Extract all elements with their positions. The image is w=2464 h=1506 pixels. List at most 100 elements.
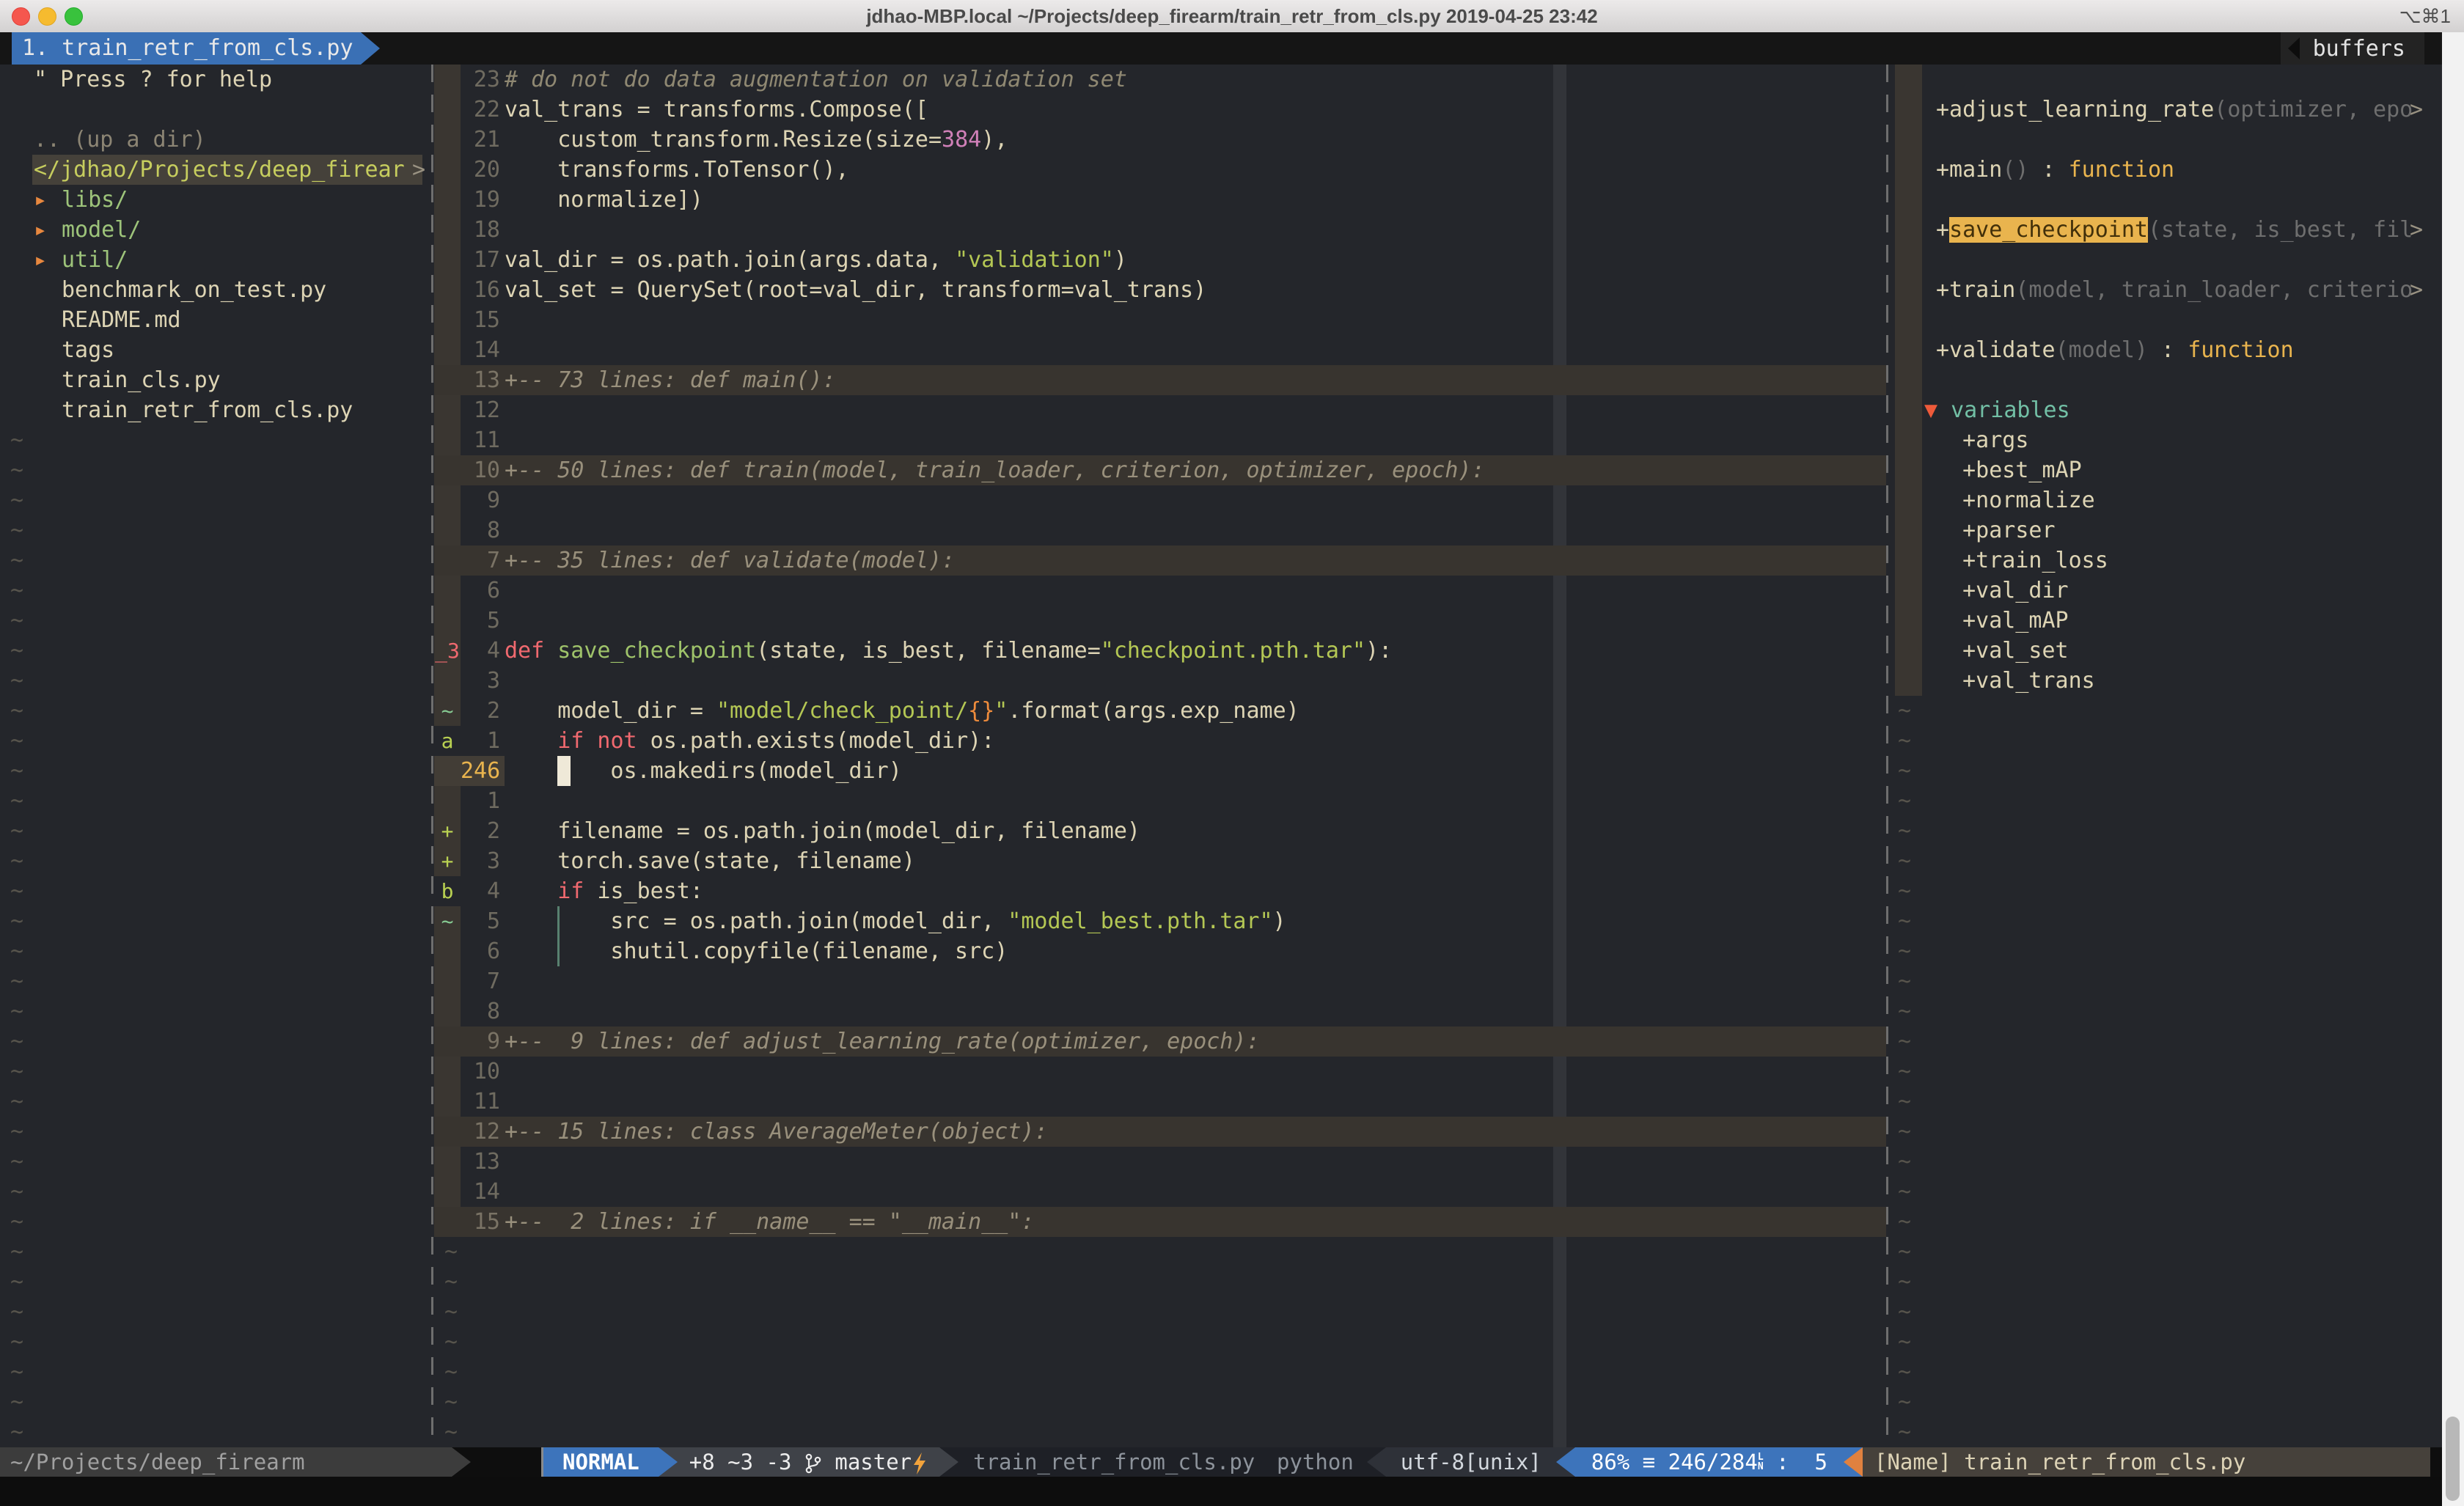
tagbar-item[interactable]: +normalize — [1892, 485, 2443, 515]
code-line[interactable]: 20 transforms.ToTensor(), — [434, 155, 1886, 185]
tag-label: +train_loss — [1936, 548, 2108, 573]
tagbar-item[interactable]: +parser — [1892, 515, 2443, 546]
powerline-separator-icon — [1367, 1447, 1386, 1477]
scrollbar-thumb[interactable] — [2446, 1417, 2460, 1501]
code-line[interactable]: a1 if not os.path.exists(model_dir): — [434, 726, 1886, 756]
code-line[interactable]: 19 normalize]) — [434, 185, 1886, 215]
code-line[interactable]: 6 — [434, 576, 1886, 606]
tagbar-row-content: +main() : function — [1936, 157, 2174, 183]
tree-item-train_retr_from_clspy[interactable]: train_retr_from_cls.py — [0, 395, 431, 425]
empty-line-tilde: ~ — [1892, 846, 2443, 876]
empty-line-tilde: ~ — [0, 1147, 431, 1177]
sign-column-cell — [434, 1117, 461, 1147]
window-separator[interactable] — [431, 65, 433, 1447]
code-line[interactable]: 8 — [434, 996, 1886, 1026]
truncation-marker: > — [2410, 95, 2423, 125]
tag-label: +best_mAP — [1936, 458, 2082, 483]
tagbar-item[interactable]: +best_mAP — [1892, 455, 2443, 485]
folded-code-line[interactable]: 9+-- 9 lines: def adjust_learning_rate(o… — [434, 1026, 1886, 1057]
tree-root-path[interactable]: </jdhao/Projects/deep_firear> — [0, 155, 431, 185]
code-line[interactable]: 11 — [434, 425, 1886, 455]
tagbar-kind-variables[interactable]: ▼ variables — [1892, 395, 2443, 425]
tagbar-item[interactable]: +validate(model) : function — [1892, 335, 2443, 365]
tagbar-sign-column — [1895, 576, 1922, 606]
tree-item-tags[interactable]: tags — [0, 335, 431, 365]
code-line[interactable]: 14 — [434, 335, 1886, 365]
empty-line-tilde: ~ — [434, 1237, 1886, 1267]
code-line[interactable]: 22val_trans = transforms.Compose([ — [434, 95, 1886, 125]
code-line[interactable]: 16val_set = QuerySet(root=val_dir, trans… — [434, 275, 1886, 305]
tagbar-item[interactable]: +val_set — [1892, 636, 2443, 666]
code-line[interactable]: 11 — [434, 1087, 1886, 1117]
code-text: torch.save(state, filename) — [505, 848, 915, 874]
code-line[interactable]: 8 — [434, 515, 1886, 546]
tree-item-util[interactable]: ▸util/ — [0, 245, 431, 275]
tree-item-model[interactable]: ▸model/ — [0, 215, 431, 245]
tagbar-item[interactable]: +adjust_learning_rate(optimizer, epo> — [1892, 95, 2443, 125]
code-line[interactable]: 12 — [434, 395, 1886, 425]
tagbar-item[interactable]: +train(model, train_loader, criterio> — [1892, 275, 2443, 305]
tab-train-retr-from-cls[interactable]: 1. train_retr_from_cls.py — [12, 32, 361, 65]
code-line[interactable]: b4 if is_best: — [434, 876, 1886, 906]
tagbar-item[interactable]: +save_checkpoint(state, is_best, fil> — [1892, 215, 2443, 245]
tree-item-READMEmd[interactable]: README.md — [0, 305, 431, 335]
code-line[interactable]: 14 — [434, 1177, 1886, 1207]
code-line[interactable]: 15 — [434, 305, 1886, 335]
code-line[interactable]: 246 os.makedirs(model_dir) — [434, 756, 1886, 786]
statusline-nerdtree-path: ~/Projects/deep_firearm — [0, 1447, 452, 1477]
code-line[interactable]: ~2 model_dir = "model/check_point/{}".fo… — [434, 696, 1886, 726]
empty-line-tilde: ~ — [1892, 786, 2443, 816]
code-line[interactable]: ~5 src = os.path.join(model_dir, "model_… — [434, 906, 1886, 936]
folded-code-line[interactable]: 13+-- 73 lines: def main(): — [434, 365, 1886, 395]
sign-column-cell — [434, 966, 461, 996]
code-line[interactable]: 1 — [434, 786, 1886, 816]
folded-code-line[interactable]: 12+-- 15 lines: class AverageMeter(objec… — [434, 1117, 1886, 1147]
tree-item-benchmark_on_testpy[interactable]: benchmark_on_test.py — [0, 275, 431, 305]
tree-item-libs[interactable]: ▸libs/ — [0, 185, 431, 215]
tagbar-item[interactable]: +main() : function — [1892, 155, 2443, 185]
tree-item-train_clspy[interactable]: train_cls.py — [0, 365, 431, 395]
folded-code-line[interactable]: 15+-- 2 lines: if __name__ == "__main__"… — [434, 1207, 1886, 1237]
tagbar-sign-column — [1895, 155, 1922, 185]
folded-code-line[interactable]: 7+-- 35 lines: def validate(model): — [434, 546, 1886, 576]
folder-collapsed-icon: ▸ — [34, 245, 62, 275]
code-line[interactable]: 10 — [434, 1057, 1886, 1087]
code-text: src = os.path.join(model_dir, — [571, 908, 1008, 934]
sign-column-cell — [434, 1207, 461, 1237]
empty-line-tilde: ~ — [1892, 966, 2443, 996]
code-line[interactable]: 21 custom_transform.Resize(size=384), — [434, 125, 1886, 155]
code-line[interactable]: 3 — [434, 666, 1886, 696]
code-line[interactable]: 9 — [434, 485, 1886, 515]
scrollbar-track[interactable] — [2442, 32, 2464, 1506]
code-line[interactable]: 23# do not do data augmentation on valid… — [434, 65, 1886, 95]
code-line[interactable]: +3 torch.save(state, filename) — [434, 846, 1886, 876]
code-line[interactable]: +2 filename = os.path.join(model_dir, fi… — [434, 816, 1886, 846]
gutter-sign: ~ — [434, 906, 461, 936]
tagbar-item[interactable]: +val_dir — [1892, 576, 2443, 606]
tag-label: +val_trans — [1936, 668, 2095, 694]
tagbar-sign-column — [1895, 125, 1922, 155]
tagbar-row-content: ▼ variables — [1924, 397, 2070, 423]
folded-code-line[interactable]: 10+-- 50 lines: def train(model, train_l… — [434, 455, 1886, 485]
code-line[interactable]: _34def save_checkpoint(state, is_best, f… — [434, 636, 1886, 666]
tagbar-row-content: +args — [1936, 427, 2028, 453]
code-line[interactable]: 17val_dir = os.path.join(args.data, "val… — [434, 245, 1886, 275]
sign-column-cell — [434, 1026, 461, 1057]
code-line[interactable]: 13 — [434, 1147, 1886, 1177]
command-line[interactable] — [0, 1477, 2464, 1506]
tagbar-row-content: +normalize — [1936, 488, 2095, 513]
tagbar-item[interactable]: +args — [1892, 425, 2443, 455]
tagbar-item[interactable]: +val_trans — [1892, 666, 2443, 696]
code-line[interactable]: 7 — [434, 966, 1886, 996]
fold-text: +-- 73 lines: def main(): — [505, 367, 836, 393]
code-line[interactable]: 18 — [434, 215, 1886, 245]
tree-root-label: </jdhao/Projects/deep_firear — [34, 157, 405, 183]
git-segment: +8 ~3 -3 master — [678, 1447, 939, 1477]
window-separator[interactable] — [1886, 65, 1888, 1447]
tagbar-item[interactable]: +train_loss — [1892, 546, 2443, 576]
code-line[interactable]: 6 shutil.copyfile(filename, src) — [434, 936, 1886, 966]
tagbar-sign-column — [1895, 395, 1922, 425]
code-line[interactable]: 5 — [434, 606, 1886, 636]
tree-dir-label: util/ — [62, 247, 128, 273]
tagbar-item[interactable]: +val_mAP — [1892, 606, 2443, 636]
